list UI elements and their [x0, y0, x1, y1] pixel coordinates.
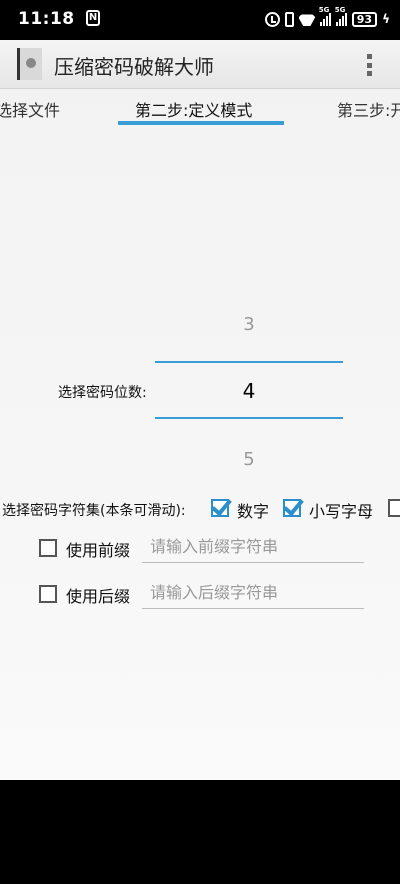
app-logo-icon: [17, 48, 42, 80]
suffix-row: 使用后缀: [0, 576, 400, 610]
vibrate-icon: [284, 11, 294, 27]
digits-label[interactable]: 数字: [237, 498, 269, 522]
charset-label: 选择密码字符集(本条可滑动):: [2, 503, 186, 519]
tab-define-mode[interactable]: 第二步:定义模式: [135, 97, 252, 121]
lowercase-label[interactable]: 小写字母: [309, 498, 373, 522]
picker-next-value[interactable]: 5: [155, 449, 343, 470]
status-time: 11:18: [18, 9, 75, 29]
prefix-label[interactable]: 使用前缀: [66, 537, 130, 561]
alarm-icon: [264, 11, 280, 27]
suffix-checkbox[interactable]: [39, 585, 57, 603]
status-icons: 5G 5G 93 ϟ: [264, 6, 390, 30]
battery-icon: 93: [351, 11, 378, 27]
action-bar: 压缩密码破解大师: [0, 40, 400, 89]
tab-step-three[interactable]: 第三步:开: [337, 97, 400, 121]
signal-icon: 5G: [319, 6, 331, 26]
tab-strip: 选择文件 第二步:定义模式 第三步:开: [0, 89, 400, 127]
uppercase-checkbox[interactable]: [388, 499, 400, 517]
nfc-icon: N: [86, 10, 100, 26]
signal-label: 5G: [318, 6, 330, 14]
status-bar: 11:18 N 5G 5G 93 ϟ: [0, 0, 400, 40]
overflow-menu-icon[interactable]: [367, 54, 372, 76]
signal-icon-2: 5G: [335, 6, 347, 26]
picker-current-value[interactable]: 4: [155, 379, 343, 403]
screen: 11:18 N 5G 5G 93 ϟ 压缩密码破解大师 选择文件 第二步:定义模…: [0, 0, 400, 884]
prefix-row: 使用前缀: [0, 530, 400, 564]
navigation-bar: [0, 780, 400, 884]
app-window: 压缩密码破解大师 选择文件 第二步:定义模式 第三步:开 选择密码位数: 3 4…: [0, 40, 400, 780]
wifi-icon: [299, 13, 315, 26]
picker-divider-bottom: [155, 417, 343, 419]
prefix-input[interactable]: [142, 530, 364, 563]
signal-label-2: 5G: [334, 6, 346, 14]
suffix-label[interactable]: 使用后缀: [66, 583, 130, 607]
picker-divider-top: [155, 361, 343, 363]
lowercase-checkbox[interactable]: [283, 499, 301, 517]
password-length-label: 选择密码位数:: [58, 385, 147, 401]
app-title: 压缩密码破解大师: [54, 55, 214, 79]
suffix-input[interactable]: [142, 576, 364, 609]
digits-checkbox[interactable]: [211, 499, 229, 517]
charging-icon: ϟ: [382, 12, 390, 26]
tab-indicator: [118, 121, 284, 125]
picker-previous-value[interactable]: 3: [155, 314, 343, 335]
charset-row[interactable]: 选择密码字符集(本条可滑动): 数字 小写字母: [0, 495, 400, 525]
prefix-checkbox[interactable]: [39, 539, 57, 557]
tab-select-file[interactable]: 选择文件: [0, 97, 60, 121]
